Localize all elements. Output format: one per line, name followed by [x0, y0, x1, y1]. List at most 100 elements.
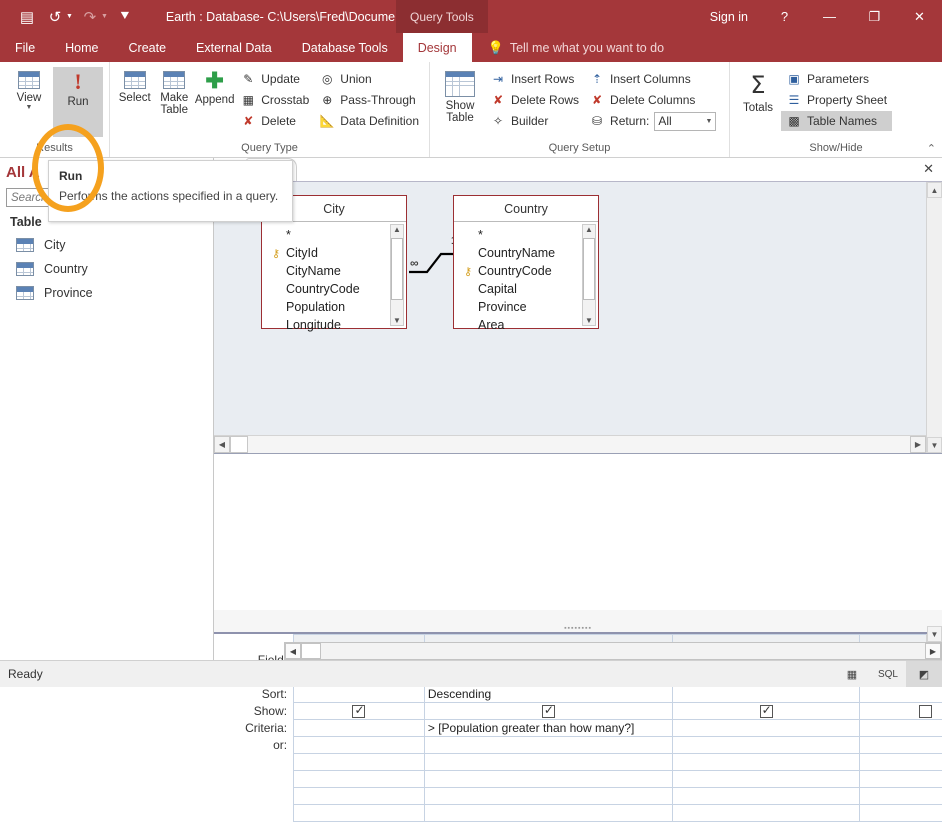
- return-combobox[interactable]: All ▼: [654, 112, 716, 131]
- select-query-button[interactable]: Select: [115, 67, 155, 104]
- minimize-icon[interactable]: —: [807, 0, 852, 33]
- design-field-row[interactable]: CountryName: [454, 244, 598, 262]
- grid-cell-blank[interactable]: [672, 771, 860, 788]
- query-grid-vscrollbar[interactable]: ▲ ▼: [926, 634, 942, 642]
- sql-view-button[interactable]: SQL: [870, 661, 906, 687]
- nav-item-city[interactable]: City: [0, 233, 213, 257]
- scroll-right-icon[interactable]: ▶: [910, 436, 926, 453]
- tab-external-data[interactable]: External Data: [181, 33, 287, 62]
- close-icon[interactable]: ✕: [897, 0, 942, 33]
- field-list-scrollbar[interactable]: ▲ ▼: [390, 224, 404, 326]
- grid-cell-blank[interactable]: [294, 754, 425, 771]
- delete-columns-button[interactable]: ✘ Delete Columns: [584, 90, 721, 110]
- grid-cell-blank[interactable]: [860, 788, 942, 805]
- grid-cell-blank[interactable]: [294, 805, 425, 822]
- design-field-row[interactable]: Province: [454, 298, 598, 316]
- scroll-left-icon[interactable]: ◀: [285, 643, 301, 659]
- data-definition-query-button[interactable]: 📐 Data Definition: [314, 111, 424, 131]
- grid-cell-criteria[interactable]: [860, 720, 942, 737]
- datasheet-view-button[interactable]: ▦: [834, 661, 870, 687]
- scroll-up-icon[interactable]: ▲: [393, 225, 401, 234]
- show-checkbox[interactable]: [542, 705, 555, 718]
- save-icon[interactable]: ▤: [14, 5, 40, 29]
- grid-cell-criteria[interactable]: [672, 720, 860, 737]
- show-checkbox[interactable]: [919, 705, 932, 718]
- grid-cell-blank[interactable]: [860, 771, 942, 788]
- design-field-row[interactable]: CityName: [262, 262, 406, 280]
- return-rows-control[interactable]: ⛁ Return: All ▼: [584, 111, 721, 131]
- grid-cell-blank[interactable]: [424, 788, 672, 805]
- scroll-thumb[interactable]: [230, 436, 248, 453]
- field-list-scrollbar[interactable]: ▲ ▼: [582, 224, 596, 326]
- grid-cell-blank[interactable]: [424, 754, 672, 771]
- scroll-up-icon[interactable]: ▲: [585, 225, 593, 234]
- design-pane-vscrollbar[interactable]: ▲ ▼: [926, 182, 942, 453]
- make-table-button[interactable]: Make Table: [155, 67, 195, 116]
- grid-cell-or[interactable]: [672, 737, 860, 754]
- grid-cell-blank[interactable]: [860, 754, 942, 771]
- design-field-row[interactable]: *: [262, 226, 406, 244]
- scroll-thumb[interactable]: [391, 238, 403, 300]
- grid-cell-show[interactable]: [424, 703, 672, 720]
- scroll-thumb[interactable]: [301, 643, 321, 659]
- tab-design[interactable]: Design: [403, 33, 472, 62]
- design-field-row[interactable]: Capital: [454, 280, 598, 298]
- tab-create[interactable]: Create: [114, 33, 182, 62]
- update-query-button[interactable]: ✎ Update: [235, 69, 314, 89]
- tab-file[interactable]: File: [0, 33, 50, 62]
- scroll-up-icon[interactable]: ▲: [927, 182, 942, 198]
- parameters-button[interactable]: ▣ Parameters: [781, 69, 892, 89]
- run-button[interactable]: ! Run: [53, 67, 103, 137]
- design-field-row[interactable]: *: [454, 226, 598, 244]
- pane-splitter[interactable]: ▪▪▪▪▪▪▪▪: [214, 610, 942, 632]
- query-grid-hscrollbar[interactable]: ◀ ▶: [284, 642, 942, 660]
- query-design-pane[interactable]: City * ⚷ CityId CityName CountryCode: [214, 182, 942, 454]
- grid-cell-show[interactable]: [294, 703, 425, 720]
- query-design-grid[interactable]: Field: CityName Population CountryName T…: [214, 632, 942, 660]
- grid-cell-blank[interactable]: [424, 805, 672, 822]
- crosstab-query-button[interactable]: ▦ Crosstab: [235, 90, 314, 110]
- grid-cell-blank[interactable]: [672, 754, 860, 771]
- delete-rows-button[interactable]: ✘ Delete Rows: [485, 90, 584, 110]
- grid-cell-blank[interactable]: [424, 771, 672, 788]
- view-dropdown-icon[interactable]: ▼: [26, 104, 33, 111]
- design-field-row[interactable]: ⚷ CityId: [262, 244, 406, 262]
- grid-cell-criteria[interactable]: > [Population greater than how many?]: [424, 720, 672, 737]
- view-button[interactable]: View ▼: [5, 67, 53, 111]
- design-field-row[interactable]: Population: [262, 298, 406, 316]
- tab-database-tools[interactable]: Database Tools: [287, 33, 403, 62]
- append-query-button[interactable]: ✚ Append: [194, 67, 235, 106]
- builder-button[interactable]: ✧ Builder: [485, 111, 584, 131]
- scroll-down-icon[interactable]: ▼: [927, 626, 942, 642]
- pass-through-query-button[interactable]: ⊕ Pass-Through: [314, 90, 424, 110]
- undo-dropdown-icon[interactable]: ▼: [66, 13, 73, 20]
- grid-cell-show[interactable]: [672, 703, 860, 720]
- restore-icon[interactable]: ❐: [852, 0, 897, 33]
- customize-quick-access-icon[interactable]: ⯆: [112, 5, 138, 29]
- show-checkbox[interactable]: [352, 705, 365, 718]
- design-table-country[interactable]: Country * CountryName ⚷ CountryCode Capi…: [453, 195, 599, 329]
- return-dropdown-icon[interactable]: ▼: [705, 118, 712, 125]
- tab-home[interactable]: Home: [50, 33, 113, 62]
- collapse-ribbon-chevron-icon[interactable]: ⌃: [927, 142, 936, 155]
- grid-cell-show[interactable]: [860, 703, 942, 720]
- grid-cell-blank[interactable]: [860, 805, 942, 822]
- design-field-row[interactable]: Area: [454, 316, 598, 334]
- grid-cell-blank[interactable]: [672, 805, 860, 822]
- property-sheet-button[interactable]: ☰ Property Sheet: [781, 90, 892, 110]
- grid-cell-sort[interactable]: [294, 686, 425, 703]
- grid-cell-or[interactable]: [860, 737, 942, 754]
- grid-cell-sort[interactable]: Descending: [424, 686, 672, 703]
- design-view-button[interactable]: ◩: [906, 661, 942, 687]
- scroll-down-icon[interactable]: ▼: [927, 437, 942, 453]
- grid-cell-or[interactable]: [294, 737, 425, 754]
- close-document-icon[interactable]: ✕: [923, 161, 934, 177]
- design-pane-hscrollbar[interactable]: ◀ ▶: [214, 435, 926, 453]
- undo-icon[interactable]: ↺: [42, 5, 68, 29]
- grid-cell-criteria[interactable]: [294, 720, 425, 737]
- tell-me-search[interactable]: 💡 Tell me what you want to do: [488, 33, 664, 62]
- insert-rows-button[interactable]: ⇥ Insert Rows: [485, 69, 584, 89]
- scroll-thumb[interactable]: [583, 238, 595, 300]
- grid-cell-blank[interactable]: [294, 771, 425, 788]
- grid-cell-sort[interactable]: [672, 686, 860, 703]
